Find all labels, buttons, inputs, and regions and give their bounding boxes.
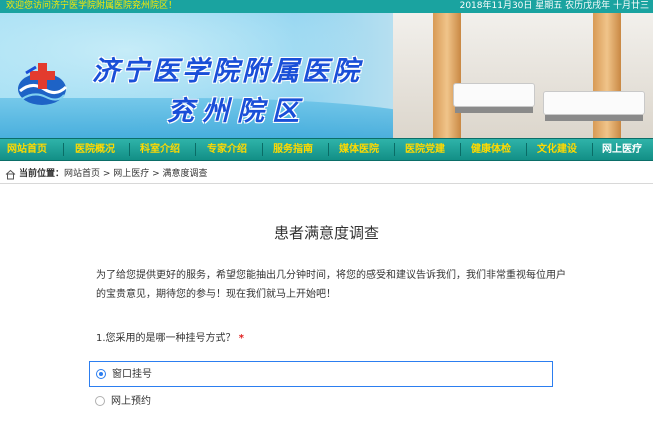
survey-intro: 为了给您提供更好的服务，希望您能抽出几分钟时间，将您的感受和建议告诉我们，我们非… bbox=[96, 270, 566, 300]
nav-item-checkup[interactable]: 健康体检 bbox=[471, 139, 511, 160]
nav-divider bbox=[328, 143, 329, 156]
nav-divider bbox=[262, 143, 263, 156]
nav-divider bbox=[592, 143, 593, 156]
hospital-logo-icon bbox=[18, 63, 68, 105]
header-banner: 济宁医学院附属医院 兖州院区 bbox=[0, 13, 653, 138]
welcome-text: 欢迎您访问济宁医学院附属医院兖州院区！ bbox=[6, 1, 178, 11]
option-label: 网上预约 bbox=[111, 396, 151, 407]
required-mark: * bbox=[238, 333, 244, 344]
option-window-registration[interactable]: 窗口挂号 bbox=[89, 361, 553, 387]
home-icon bbox=[5, 169, 16, 180]
question-1: 1.您采用的是哪一种挂号方式？ * bbox=[96, 329, 244, 344]
nav-divider bbox=[129, 143, 130, 156]
main-nav: 网站首页 医院概况 科室介绍 专家介绍 服务指南 媒体医院 医院党建 健康体检 … bbox=[0, 138, 653, 161]
nav-item-party[interactable]: 医院党建 bbox=[405, 139, 445, 160]
radio-button[interactable] bbox=[96, 369, 106, 379]
bed-decoration bbox=[543, 91, 645, 115]
breadcrumb: 当前位置：网站首页 > 网上医疗 > 满意度调查 bbox=[0, 166, 653, 184]
question-text: 1.您采用的是哪一种挂号方式？ bbox=[96, 333, 236, 344]
nav-item-experts[interactable]: 专家介绍 bbox=[207, 139, 247, 160]
breadcrumb-text: 当前位置：网站首页 > 网上医疗 > 满意度调查 bbox=[19, 166, 208, 183]
nav-divider bbox=[460, 143, 461, 156]
breadcrumb-path[interactable]: 网站首页 > 网上医疗 > 满意度调查 bbox=[64, 169, 208, 179]
bed-frame-decoration bbox=[455, 107, 533, 113]
nav-item-guide[interactable]: 服务指南 bbox=[273, 139, 313, 160]
nav-item-overview[interactable]: 医院概况 bbox=[75, 139, 115, 160]
nav-divider bbox=[526, 143, 527, 156]
nav-item-online-medical[interactable]: 网上医疗 bbox=[602, 139, 642, 160]
top-welcome-bar: 欢迎您访问济宁医学院附属医院兖州院区！ 2018年11月30日 星期五 农历戊戌… bbox=[0, 0, 653, 13]
banner-ward-photo bbox=[393, 13, 653, 138]
nav-divider bbox=[394, 143, 395, 156]
hospital-title: 济宁医学院附属医院 bbox=[92, 56, 362, 87]
page-title: 患者满意度调查 bbox=[273, 224, 379, 242]
option-online-appointment[interactable]: 网上预约 bbox=[89, 389, 553, 415]
curtain-decoration bbox=[433, 13, 461, 138]
nav-item-culture[interactable]: 文化建设 bbox=[537, 139, 577, 160]
nav-item-departments[interactable]: 科室介绍 bbox=[140, 139, 180, 160]
bed-decoration bbox=[453, 83, 535, 107]
radio-button[interactable] bbox=[95, 396, 105, 406]
nav-divider bbox=[195, 143, 196, 156]
hospital-subtitle: 兖州院区 bbox=[167, 96, 307, 127]
nav-item-home[interactable]: 网站首页 bbox=[7, 139, 47, 160]
nav-item-media[interactable]: 媒体医院 bbox=[339, 139, 379, 160]
date-text: 2018年11月30日 星期五 农历戊戌年 十月廿三 bbox=[459, 1, 649, 11]
nav-divider bbox=[63, 143, 64, 156]
breadcrumb-prefix: 当前位置： bbox=[19, 169, 65, 179]
bed-frame-decoration bbox=[545, 115, 643, 121]
option-label: 窗口挂号 bbox=[112, 369, 152, 380]
